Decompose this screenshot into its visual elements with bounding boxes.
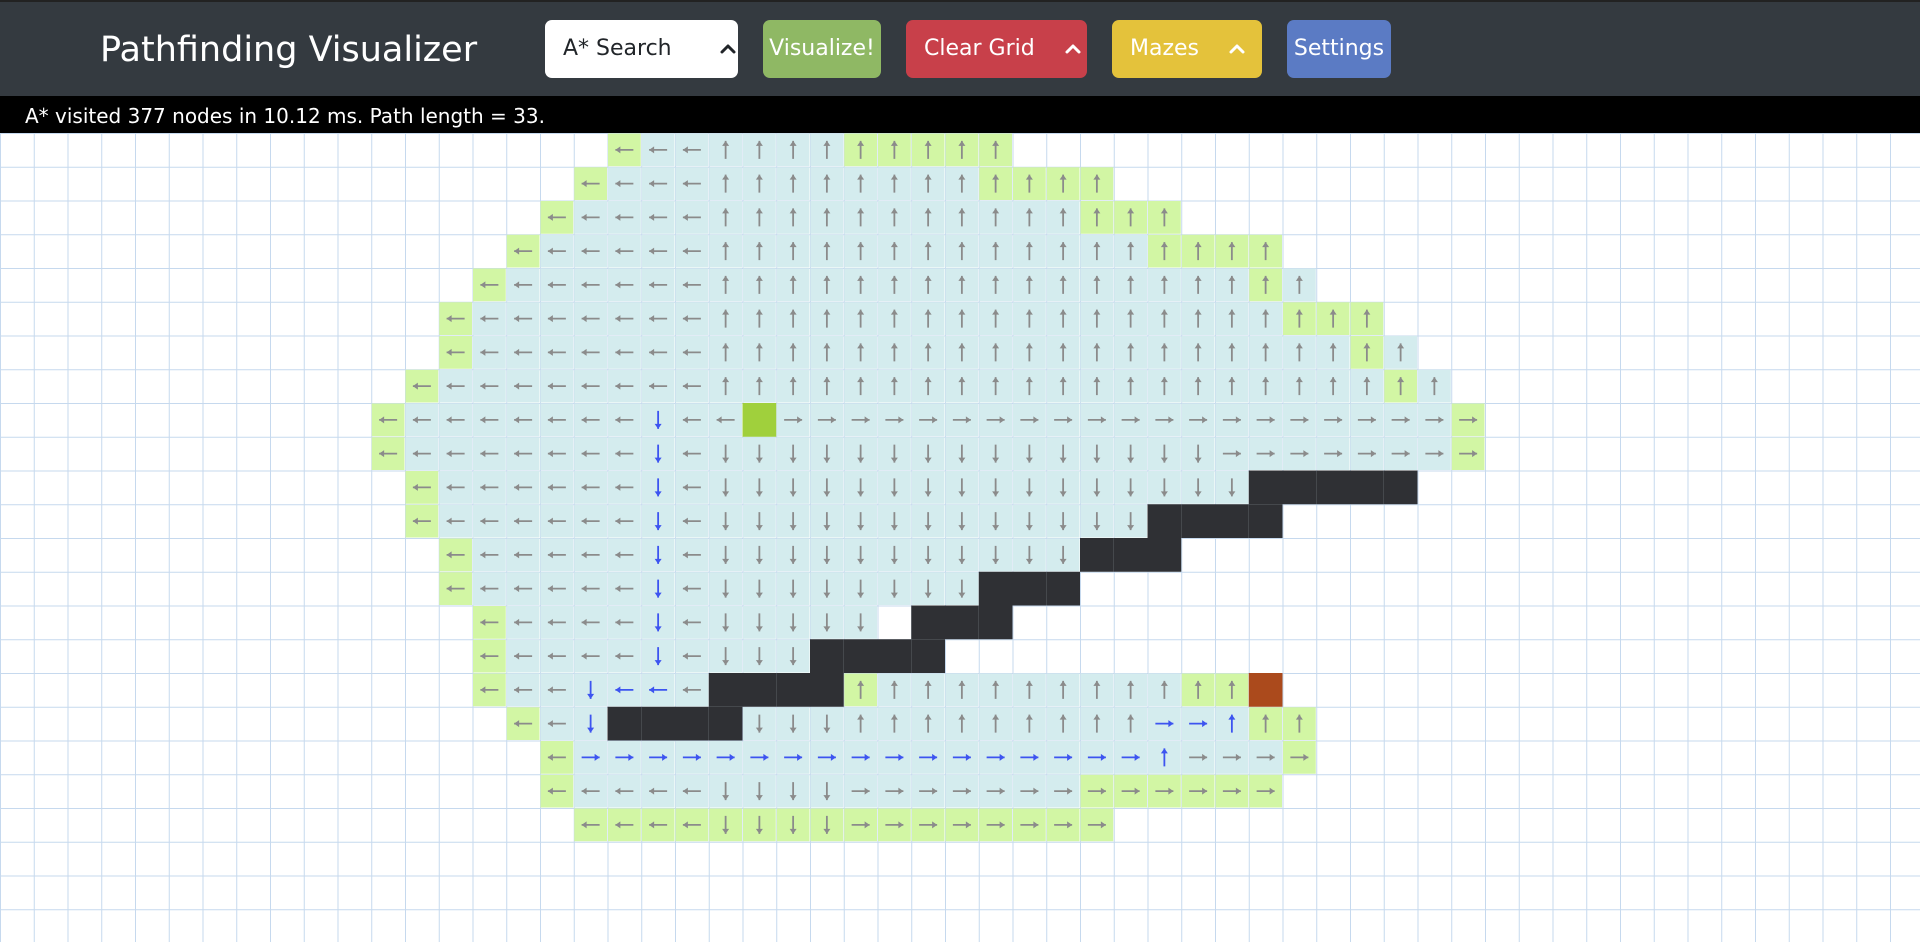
wall-node[interactable] <box>1080 538 1114 572</box>
wall-node[interactable] <box>708 706 743 741</box>
clear-grid-label: Clear Grid <box>924 36 1035 61</box>
chevron-up-icon <box>1065 44 1081 54</box>
wall-node[interactable] <box>1316 470 1350 505</box>
visualize-button[interactable]: Visualize! <box>763 20 881 78</box>
chevron-up-icon <box>720 44 736 54</box>
wall-node[interactable] <box>1046 571 1080 606</box>
algorithm-select-label: A* Search <box>563 36 672 61</box>
wall-node[interactable] <box>1350 470 1384 505</box>
mazes-label: Mazes <box>1130 36 1200 61</box>
wall-node[interactable] <box>911 605 945 640</box>
wall-node[interactable] <box>810 639 844 673</box>
settings-button[interactable]: Settings <box>1287 20 1391 78</box>
wall-node[interactable] <box>1248 470 1283 505</box>
wall-node[interactable] <box>1282 470 1317 505</box>
wall-node[interactable] <box>978 571 1013 606</box>
clear-grid-button[interactable]: Clear Grid <box>906 20 1087 78</box>
status-message: A* visited 377 nodes in 10.12 ms. Path l… <box>0 96 1920 133</box>
pathfinding-grid[interactable] <box>0 133 1920 942</box>
wall-node[interactable] <box>843 639 878 673</box>
wall-node[interactable] <box>1181 504 1215 538</box>
target-node[interactable] <box>1248 673 1283 707</box>
wall-node[interactable] <box>1147 538 1182 572</box>
wall-node[interactable] <box>641 706 675 741</box>
wall-node[interactable] <box>607 706 642 741</box>
wall-node[interactable] <box>1012 571 1047 606</box>
wall-node[interactable] <box>776 673 810 707</box>
wall-node[interactable] <box>742 673 777 707</box>
wall-node[interactable] <box>810 673 844 707</box>
wall-node[interactable] <box>1383 470 1418 505</box>
start-node[interactable] <box>742 403 777 437</box>
wall-node[interactable] <box>1147 504 1182 538</box>
algorithm-select[interactable]: A* Search <box>545 20 738 78</box>
wall-node[interactable] <box>911 639 945 673</box>
wall-node[interactable] <box>945 605 979 640</box>
mazes-button[interactable]: Mazes <box>1112 20 1262 78</box>
wall-node[interactable] <box>978 605 1013 640</box>
grid-cells-layer[interactable] <box>0 133 1920 942</box>
wall-node[interactable] <box>877 639 912 673</box>
wall-node[interactable] <box>1248 504 1283 538</box>
chevron-up-icon <box>1229 44 1245 54</box>
navbar: Pathfinding Visualizer A* Search Visuali… <box>0 0 1920 96</box>
wall-node[interactable] <box>708 673 743 707</box>
wall-node[interactable] <box>1215 504 1249 538</box>
wall-node[interactable] <box>675 706 709 741</box>
app-title[interactable]: Pathfinding Visualizer <box>100 28 477 72</box>
wall-node[interactable] <box>1113 538 1148 572</box>
